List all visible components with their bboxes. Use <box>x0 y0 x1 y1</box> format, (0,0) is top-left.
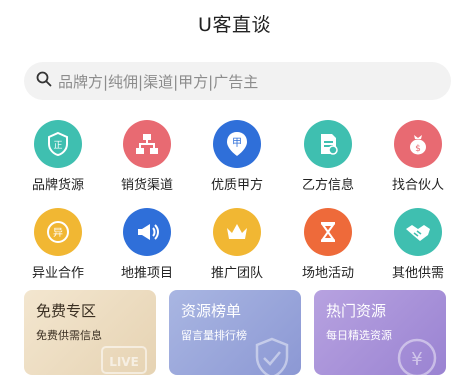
grid-item-label: 找合伙人 <box>391 178 444 193</box>
check-shield-icon <box>249 335 295 375</box>
document-icon <box>304 120 352 168</box>
grid-item-label: 场地活动 <box>301 266 354 281</box>
grid-item-label: 销货渠道 <box>120 178 173 193</box>
grid-item-other-supply-demand[interactable]: 其他供需 <box>378 208 458 281</box>
hourglass-icon <box>304 208 352 256</box>
grid-item-promotion-team[interactable]: 推广团队 <box>197 208 277 281</box>
svg-text:¥: ¥ <box>411 349 422 370</box>
grid-item-ground-promotion[interactable]: 地推项目 <box>107 208 187 281</box>
live-badge-icon: LIVE <box>100 341 150 375</box>
svg-text:$: $ <box>415 144 421 154</box>
card-title: 免费专区 <box>36 302 97 320</box>
grid-item-find-partner[interactable]: $ 找合伙人 <box>378 120 458 193</box>
search-icon <box>36 71 52 91</box>
crown-icon <box>213 208 261 256</box>
grid-item-label: 优质甲方 <box>210 178 263 193</box>
card-title: 热门资源 <box>326 302 387 320</box>
grid-item-venue-events[interactable]: 场地活动 <box>288 208 368 281</box>
svg-text:正: 正 <box>53 141 62 151</box>
grid-item-cross-industry[interactable]: 异 异业合作 <box>18 208 98 281</box>
money-bag-icon: $ <box>394 120 442 168</box>
yuan-coin-icon: ¥ <box>394 335 440 375</box>
grid-item-brand-supply[interactable]: 正 品牌货源 <box>18 120 98 193</box>
grid-item-vendor-info[interactable]: 乙方信息 <box>288 120 368 193</box>
card-resource-ranking[interactable]: 资源榜单 留言量排行榜 <box>169 290 301 375</box>
grid-item-label: 异业合作 <box>31 266 84 281</box>
grid-item-label: 品牌货源 <box>31 178 84 193</box>
grid-item-label: 乙方信息 <box>301 178 354 193</box>
grid-item-label: 地推项目 <box>120 266 173 281</box>
search-bar[interactable]: 品牌方|纯佣|渠道|甲方|广告主 <box>24 62 451 100</box>
page-title: U客直谈 <box>198 14 271 36</box>
shield-certified-icon: 正 <box>34 120 82 168</box>
card-hot-resources[interactable]: 热门资源 每日精选资源 ¥ <box>314 290 446 375</box>
cooperation-badge-icon: 异 <box>34 208 82 256</box>
grid-item-quality-client[interactable]: 甲 优质甲方 <box>197 120 277 193</box>
search-placeholder: 品牌方|纯佣|渠道|甲方|广告主 <box>58 72 259 91</box>
hierarchy-icon <box>123 120 171 168</box>
svg-text:异: 异 <box>53 227 63 239</box>
svg-text:LIVE: LIVE <box>109 355 139 369</box>
svg-text:甲: 甲 <box>232 138 242 149</box>
megaphone-icon <box>123 208 171 256</box>
grid-item-label: 其他供需 <box>391 266 444 281</box>
handshake-icon <box>394 208 442 256</box>
card-title: 资源榜单 <box>181 302 242 320</box>
map-pin-icon: 甲 <box>213 120 261 168</box>
grid-item-sales-channel[interactable]: 销货渠道 <box>107 120 187 193</box>
card-free-zone[interactable]: 免费专区 免费供需信息 LIVE <box>24 290 156 375</box>
grid-item-label: 推广团队 <box>210 266 263 281</box>
